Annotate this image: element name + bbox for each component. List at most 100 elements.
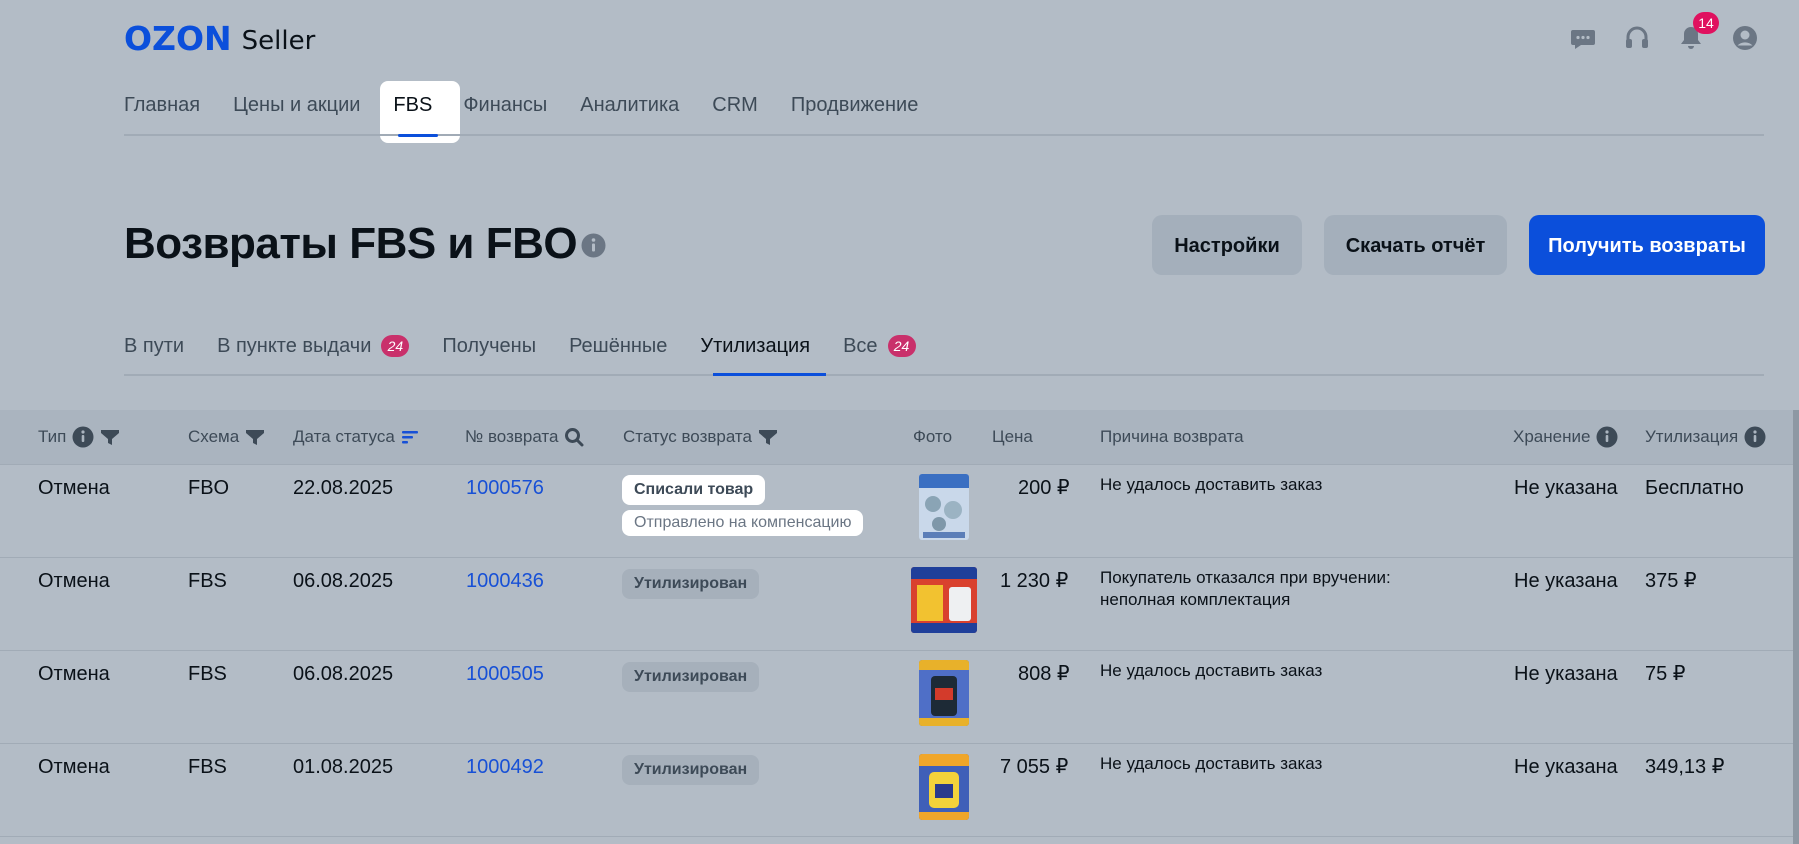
cell-date: 06.08.2025 (293, 570, 394, 592)
cell-reason: Не удалось доставить заказ (1100, 754, 1323, 773)
tab-in-transit[interactable]: В пути (124, 330, 184, 362)
bell-icon[interactable]: 14 (1677, 12, 1719, 52)
top-nav-active-indicator (398, 134, 438, 137)
filter-icon[interactable] (100, 428, 120, 446)
cell-reason: Не удалось доставить заказ (1100, 661, 1323, 680)
cell-price: 1 230 ₽ (1000, 570, 1069, 592)
return-number-link[interactable]: 1000436 (466, 568, 544, 594)
cell-storage: Не указана (1514, 570, 1618, 592)
row-divider (0, 557, 1793, 558)
product-photo[interactable] (919, 754, 969, 820)
cell-price: 7 055 ₽ (1000, 756, 1069, 778)
chat-icon[interactable] (1569, 24, 1597, 52)
col-storage: Хранение (1513, 426, 1618, 448)
download-report-button[interactable]: Скачать отчёт (1324, 215, 1507, 275)
tab-all[interactable]: Все 24 (843, 330, 916, 362)
tab-count-badge: 24 (887, 335, 916, 357)
cell-date: 06.08.2025 (293, 663, 394, 685)
row-divider (0, 464, 1793, 465)
headset-icon[interactable] (1623, 24, 1651, 52)
col-status-date: Дата статуса (293, 426, 419, 448)
ozon-seller-logo[interactable]: OZON Seller (124, 22, 315, 55)
status-chip: Списали товар (622, 475, 766, 505)
status-chip: Утилизирован (622, 569, 760, 599)
filter-icon[interactable] (758, 428, 778, 446)
logo-seller: Seller (241, 26, 316, 56)
cell-scheme: FBS (188, 756, 227, 778)
tab-label: Все (843, 335, 878, 357)
user-icon[interactable] (1731, 24, 1759, 52)
top-nav-prices[interactable]: Цены и акции (233, 88, 360, 123)
col-scheme: Схема (188, 426, 265, 448)
cell-scheme: FBS (188, 663, 227, 685)
col-type: Тип (38, 426, 120, 448)
col-label: № возврата (465, 427, 559, 446)
col-label: Схема (188, 427, 240, 446)
col-label: Фото (913, 427, 953, 446)
cell-type: Отмена (38, 570, 110, 592)
settings-button[interactable]: Настройки (1152, 215, 1302, 275)
cell-price: 808 ₽ (1018, 663, 1070, 685)
page-title: Возвраты FBS и FBO (124, 219, 578, 268)
sort-icon[interactable] (401, 429, 419, 445)
cell-storage: Не указана (1514, 756, 1618, 778)
header-actions: 14 (1569, 12, 1759, 52)
product-photo[interactable] (919, 660, 969, 726)
return-number-link[interactable]: 1000576 (466, 475, 544, 501)
col-photo: Фото (913, 426, 952, 448)
search-icon[interactable] (564, 427, 584, 447)
info-icon[interactable] (581, 233, 606, 258)
info-icon[interactable] (1744, 426, 1766, 448)
col-price: Цена (992, 426, 1033, 448)
cell-reason: Покупатель отказался при вручении: (1100, 568, 1391, 587)
status-sub-chip: Отправлено на компенсацию (622, 510, 864, 536)
col-label: Цена (992, 427, 1033, 446)
logo-ozon: OZON (124, 19, 232, 58)
table-scrollbar[interactable] (1793, 410, 1799, 844)
cell-disposal: Бесплатно (1645, 477, 1744, 499)
tabs-divider (124, 374, 1764, 376)
tab-disposal[interactable]: Утилизация (700, 330, 810, 362)
cell-scheme: FBO (188, 477, 230, 499)
top-nav-divider (124, 134, 1764, 136)
return-number-link[interactable]: 1000505 (466, 661, 544, 687)
cell-disposal: 349,13 ₽ (1645, 756, 1725, 778)
tab-label: Решённые (569, 335, 668, 357)
cell-disposal: 75 ₽ (1645, 663, 1686, 685)
return-tabs: В пути В пункте выдачи 24 Получены Решённ… (124, 330, 949, 362)
get-returns-button[interactable]: Получить возвраты (1529, 215, 1765, 275)
tab-received[interactable]: Получены (442, 330, 536, 362)
top-nav-finance[interactable]: Финансы (463, 88, 547, 123)
col-reason: Причина возврата (1100, 426, 1244, 448)
info-icon[interactable] (72, 426, 94, 448)
cell-date: 22.08.2025 (293, 477, 394, 499)
top-nav-analytics[interactable]: Аналитика (580, 88, 679, 123)
tab-label: В пункте выдачи (217, 335, 372, 357)
cell-type: Отмена (38, 663, 110, 685)
cell-reason: Не удалось доставить заказ (1100, 475, 1323, 494)
col-label: Дата статуса (293, 427, 395, 446)
cell-type: Отмена (38, 756, 110, 778)
row-divider (0, 836, 1793, 837)
tab-at-pickup[interactable]: В пункте выдачи 24 (217, 330, 410, 362)
info-icon[interactable] (1596, 426, 1618, 448)
cell-reason-line2: неполная комплектация (1100, 590, 1291, 609)
product-photo[interactable] (911, 567, 977, 633)
top-nav-main[interactable]: Главная (124, 88, 200, 123)
top-nav-promotion[interactable]: Продвижение (791, 88, 919, 123)
product-photo[interactable] (919, 474, 969, 540)
cell-type: Отмена (38, 477, 110, 499)
return-number-link[interactable]: 1000492 (466, 754, 544, 780)
col-return-number: № возврата (465, 426, 584, 448)
tab-resolved[interactable]: Решённые (569, 330, 667, 362)
col-label: Статус возврата (623, 427, 752, 446)
col-disposal: Утилизация (1645, 426, 1766, 448)
top-nav-fbs[interactable]: FBS (393, 88, 432, 123)
cell-price: 200 ₽ (1018, 477, 1070, 499)
filter-icon[interactable] (245, 428, 265, 446)
cell-storage: Не указана (1514, 663, 1618, 685)
tab-count-badge: 24 (381, 335, 410, 357)
top-nav-crm[interactable]: CRM (712, 88, 758, 123)
notification-badge: 14 (1693, 12, 1719, 34)
cell-date: 01.08.2025 (293, 756, 394, 778)
